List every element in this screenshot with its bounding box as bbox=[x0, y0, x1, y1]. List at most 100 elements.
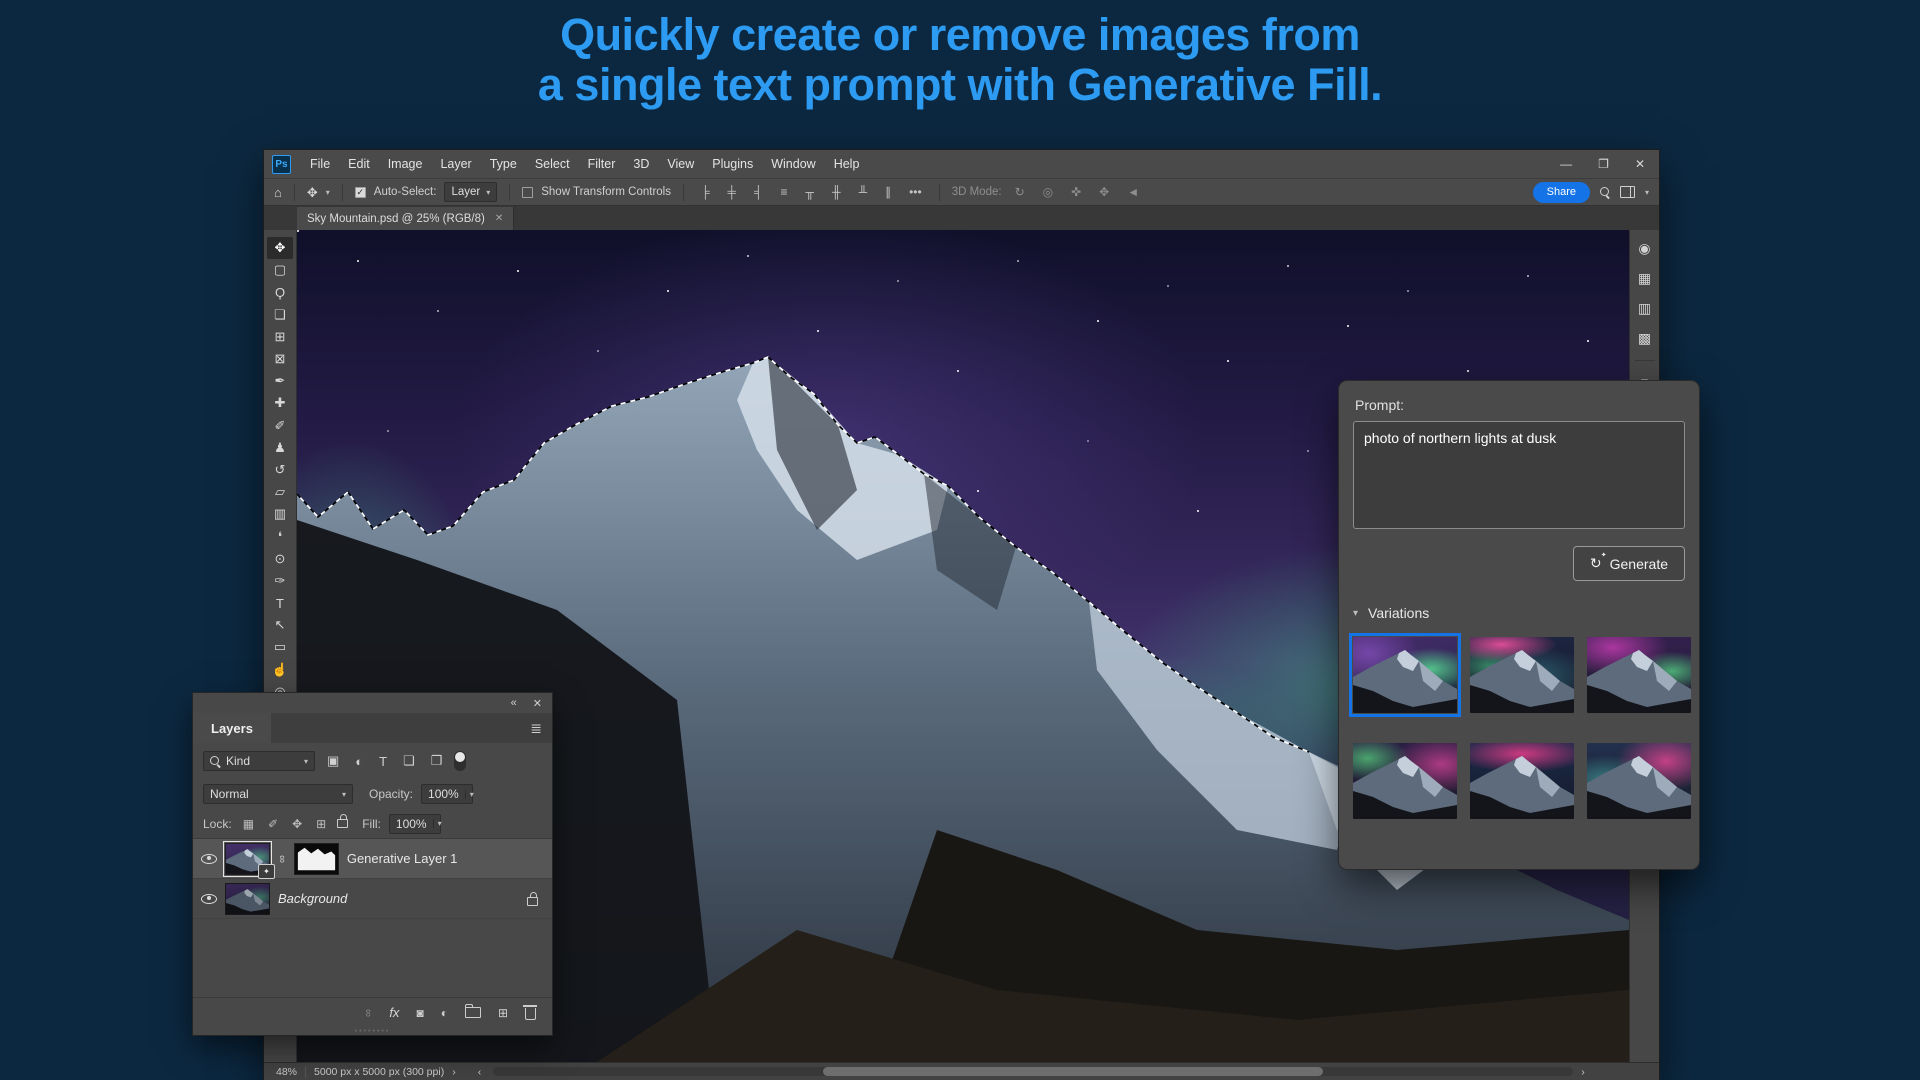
variation-thumbnail-2[interactable] bbox=[1470, 637, 1574, 713]
visibility-eye-icon[interactable] bbox=[201, 854, 217, 864]
blur-tool[interactable]: ❛ bbox=[267, 525, 293, 547]
filter-shape-layers-icon[interactable]: ❏ bbox=[399, 753, 419, 769]
scroll-right-arrow[interactable]: › bbox=[1581, 1066, 1585, 1078]
layers-tab[interactable]: Layers bbox=[193, 713, 271, 743]
dodge-tool[interactable]: ⊙ bbox=[267, 548, 293, 570]
chevron-down-icon[interactable]: ▾ bbox=[1645, 188, 1649, 197]
layer-row-generative[interactable]: ✦ ∞ Generative Layer 1 bbox=[193, 839, 552, 879]
layer-style-fx-icon[interactable]: fx bbox=[389, 1005, 399, 1020]
add-mask-icon[interactable]: ◙ bbox=[416, 1006, 423, 1020]
lock-artboard-icon[interactable]: ⊞ bbox=[313, 817, 329, 831]
clone-stamp-tool[interactable]: ♟ bbox=[267, 437, 293, 459]
chevron-down-icon[interactable]: ▾ bbox=[326, 188, 330, 197]
align-left-icon[interactable]: ╞ bbox=[696, 185, 715, 199]
layer-name[interactable]: Background bbox=[278, 891, 347, 906]
filter-adjustment-layers-icon[interactable]: ◐ bbox=[351, 754, 367, 769]
menu-image[interactable]: Image bbox=[379, 150, 432, 178]
fill-input[interactable]: 100% ▾ bbox=[389, 814, 441, 834]
eyedropper-tool[interactable]: ✒ bbox=[267, 370, 293, 392]
align-top-icon[interactable]: ╥ bbox=[801, 185, 820, 199]
variation-thumbnail-1[interactable] bbox=[1353, 637, 1457, 713]
layer-thumbnail[interactable] bbox=[225, 883, 270, 915]
menu-view[interactable]: View bbox=[658, 150, 703, 178]
path-select-tool[interactable]: ↖ bbox=[267, 614, 293, 636]
hand-tool[interactable]: ☝ bbox=[267, 659, 293, 681]
menu-window[interactable]: Window bbox=[762, 150, 824, 178]
restore-button[interactable]: ❐ bbox=[1598, 157, 1609, 171]
more-options-icon[interactable]: ••• bbox=[904, 185, 927, 199]
workspace-icon[interactable] bbox=[1620, 186, 1635, 198]
move-tool-icon[interactable]: ✥ bbox=[307, 186, 318, 199]
variation-thumbnail-3[interactable] bbox=[1587, 637, 1691, 713]
home-icon[interactable]: ⌂ bbox=[274, 186, 282, 199]
brush-tool[interactable]: ✐ bbox=[267, 415, 293, 437]
distribute-v-icon[interactable]: ∥ bbox=[880, 185, 896, 199]
marquee-tool[interactable]: ▢ bbox=[267, 259, 293, 281]
variation-thumbnail-6[interactable] bbox=[1587, 743, 1691, 819]
distribute-h-icon[interactable]: ≡ bbox=[776, 185, 793, 199]
menu-layer[interactable]: Layer bbox=[431, 150, 480, 178]
history-brush-tool[interactable]: ↺ bbox=[267, 459, 293, 481]
new-layer-icon[interactable]: ⊞ bbox=[498, 1006, 508, 1020]
align-bottom-icon[interactable]: ╨ bbox=[854, 185, 873, 199]
menu-plugins[interactable]: Plugins bbox=[703, 150, 762, 178]
menu-3d[interactable]: 3D bbox=[624, 150, 658, 178]
close-panel-icon[interactable]: ✕ bbox=[533, 697, 542, 710]
filter-type-layers-icon[interactable]: T bbox=[375, 754, 391, 769]
layer-row-background[interactable]: Background bbox=[193, 879, 552, 919]
filter-smart-objects-icon[interactable]: ❐ bbox=[427, 753, 447, 769]
move-tool[interactable]: ✥ bbox=[267, 237, 293, 259]
menu-type[interactable]: Type bbox=[481, 150, 526, 178]
scrollbar-thumb[interactable] bbox=[823, 1067, 1323, 1076]
link-layers-icon[interactable]: ∞ bbox=[362, 1009, 374, 1017]
menu-filter[interactable]: Filter bbox=[579, 150, 625, 178]
filter-toggle[interactable] bbox=[454, 751, 466, 771]
adjustment-layer-icon[interactable]: ◐ bbox=[441, 1006, 448, 1020]
align-center-h-icon[interactable]: ╪ bbox=[723, 185, 742, 199]
variations-header[interactable]: ▾ Variations bbox=[1353, 605, 1685, 621]
lock-transparent-pixels-icon[interactable]: ▦ bbox=[240, 817, 257, 831]
menu-edit[interactable]: Edit bbox=[339, 150, 379, 178]
color-panel-icon[interactable]: ◉ bbox=[1638, 240, 1650, 257]
document-tab[interactable]: Sky Mountain.psd @ 25% (RGB/8) ✕ bbox=[297, 207, 514, 230]
tab-close-icon[interactable]: ✕ bbox=[495, 213, 503, 224]
pen-tool[interactable]: ✑ bbox=[267, 570, 293, 592]
opacity-input[interactable]: 100% ▾ bbox=[421, 784, 473, 804]
minimize-button[interactable]: — bbox=[1560, 157, 1572, 171]
gradients-panel-icon[interactable]: ▥ bbox=[1638, 300, 1651, 317]
variation-thumbnail-4[interactable] bbox=[1353, 743, 1457, 819]
scroll-left-arrow[interactable]: ‹ bbox=[478, 1066, 482, 1078]
3d-pan-icon[interactable]: ✜ bbox=[1066, 185, 1086, 199]
layer-thumbnail[interactable]: ✦ bbox=[225, 843, 270, 875]
zoom-level[interactable]: 48% bbox=[276, 1066, 297, 1078]
delete-layer-icon[interactable] bbox=[525, 1008, 536, 1020]
frame-tool[interactable]: ⊠ bbox=[267, 348, 293, 370]
variation-thumbnail-5[interactable] bbox=[1470, 743, 1574, 819]
blend-mode-dropdown[interactable]: Normal ▾ bbox=[203, 784, 353, 804]
panel-menu-icon[interactable]: ≣ bbox=[520, 713, 552, 743]
menu-select[interactable]: Select bbox=[526, 150, 579, 178]
layer-mask-thumbnail[interactable] bbox=[294, 843, 339, 875]
filter-pixel-layers-icon[interactable]: ▣ bbox=[323, 753, 343, 769]
panel-resize-grip[interactable]: •••••••• bbox=[193, 1027, 552, 1035]
eraser-tool[interactable]: ▱ bbox=[267, 481, 293, 503]
align-center-v-icon[interactable]: ╫ bbox=[827, 185, 846, 199]
shape-tool[interactable]: ▭ bbox=[267, 636, 293, 658]
share-button[interactable]: Share bbox=[1533, 182, 1590, 203]
layer-name[interactable]: Generative Layer 1 bbox=[347, 851, 458, 866]
3d-orbit-icon[interactable]: ↻ bbox=[1010, 185, 1030, 199]
lasso-tool[interactable]: Ϙ bbox=[267, 281, 293, 303]
3d-roll-icon[interactable]: ◎ bbox=[1038, 185, 1058, 199]
3d-slide-icon[interactable]: ✥ bbox=[1094, 185, 1114, 199]
visibility-eye-icon[interactable] bbox=[201, 894, 217, 904]
menu-help[interactable]: Help bbox=[825, 150, 869, 178]
collapse-panel-icon[interactable]: « bbox=[511, 697, 517, 709]
horizontal-scrollbar[interactable] bbox=[493, 1067, 1573, 1076]
lock-position-icon[interactable]: ✥ bbox=[289, 817, 305, 831]
lock-all-icon[interactable] bbox=[337, 819, 348, 828]
search-icon[interactable] bbox=[1600, 187, 1610, 197]
prompt-input[interactable]: photo of northern lights at dusk bbox=[1353, 421, 1685, 529]
gradient-tool[interactable]: ▥ bbox=[267, 503, 293, 525]
patterns-panel-icon[interactable]: ▩ bbox=[1638, 330, 1651, 347]
lock-image-pixels-icon[interactable]: ✐ bbox=[265, 817, 281, 831]
